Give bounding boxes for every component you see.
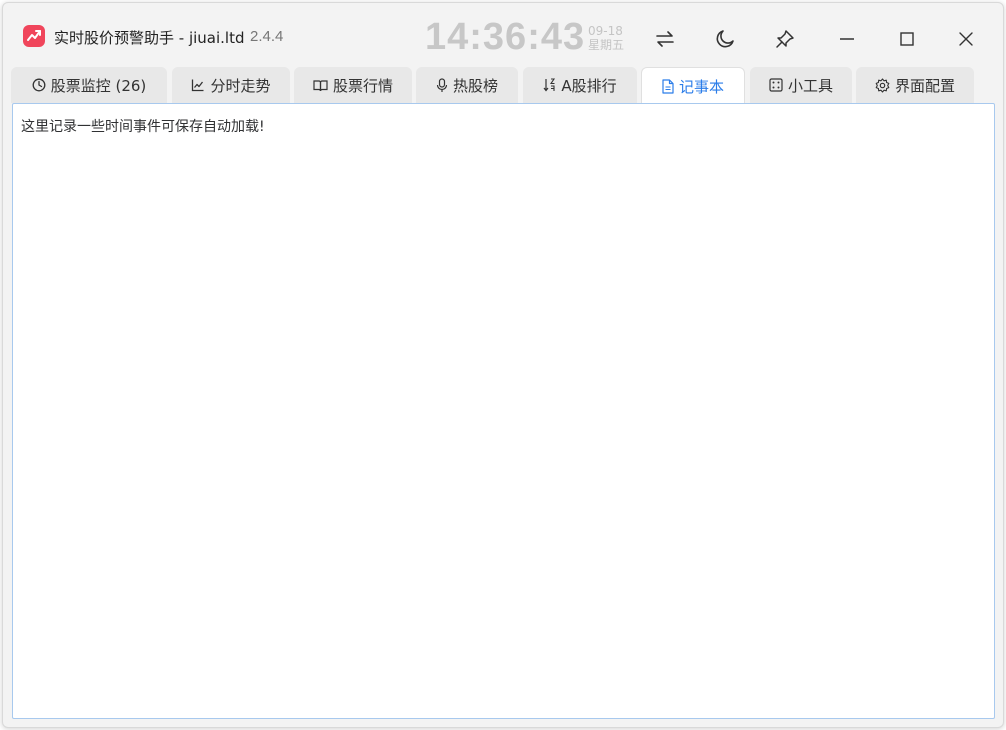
clock-date: 09-18 星期五: [588, 24, 624, 52]
maximize-icon: [900, 32, 914, 46]
tab-intraday-trend[interactable]: 分时走势: [172, 67, 290, 103]
clock-icon: [32, 78, 46, 92]
theme-toggle-button[interactable]: [707, 21, 743, 57]
swap-button[interactable]: [647, 21, 683, 57]
notepad-textarea[interactable]: 这里记录一些时间事件可保存自动加载!: [12, 103, 995, 719]
gear-icon: [875, 77, 890, 93]
tab-label: 记事本: [678, 78, 724, 96]
tab-notepad[interactable]: 记事本: [641, 67, 745, 105]
clock-time: 14:36:43: [425, 16, 586, 58]
swap-icon: [656, 31, 674, 47]
tab-ui-settings[interactable]: 界面配置: [856, 67, 974, 103]
tab-label: 股票行情: [332, 76, 393, 95]
tab-label: 界面配置: [894, 76, 955, 95]
microphone-icon: [436, 77, 448, 93]
close-button[interactable]: [948, 21, 984, 57]
tab-bar: 股票监控 (26) 分时走势 股票行情 热股榜 A股排行 记事本 小工具 界面配…: [11, 67, 991, 105]
line-chart-icon: [191, 78, 205, 92]
pin-button[interactable]: [767, 21, 803, 57]
close-icon: [959, 32, 973, 46]
tab-stock-quotes[interactable]: 股票行情: [294, 67, 412, 103]
app-window: 实时股价预警助手 - jiuai.ltd 2.4.4 14:36:43 09-1…: [2, 2, 1004, 728]
tab-tools[interactable]: 小工具: [750, 67, 852, 103]
book-icon: [313, 79, 328, 92]
title-bar[interactable]: 实时股价预警助手 - jiuai.ltd 2.4.4 14:36:43 09-1…: [3, 3, 1003, 63]
tab-label: 分时走势: [210, 76, 271, 95]
notepad-content: 这里记录一些时间事件可保存自动加载!: [21, 119, 265, 135]
tab-hot-stocks[interactable]: 热股榜: [416, 67, 518, 103]
weekday-label: 星期五: [588, 38, 625, 52]
minimize-icon: [840, 38, 854, 40]
minimize-button[interactable]: [829, 21, 865, 57]
stock-chart-icon: [23, 25, 45, 47]
window-title: 实时股价预警助手 - jiuai.ltd: [54, 29, 245, 47]
date-label: 09-18: [588, 24, 623, 38]
tab-stock-monitor[interactable]: 股票监控 (26): [11, 67, 167, 103]
version-label: 2.4.4: [250, 28, 284, 45]
tab-label: 小工具: [787, 76, 833, 95]
moon-icon: [716, 30, 734, 48]
tab-label: 热股榜: [452, 76, 498, 95]
grid-icon: [769, 78, 783, 92]
document-icon: [662, 79, 674, 94]
maximize-button[interactable]: [889, 21, 925, 57]
tab-label: 股票监控 (26): [50, 76, 147, 95]
tab-a-share-ranking[interactable]: A股排行: [523, 67, 637, 103]
pin-icon: [776, 30, 794, 48]
tab-label: A股排行: [561, 76, 617, 95]
sort-icon: [543, 78, 556, 92]
